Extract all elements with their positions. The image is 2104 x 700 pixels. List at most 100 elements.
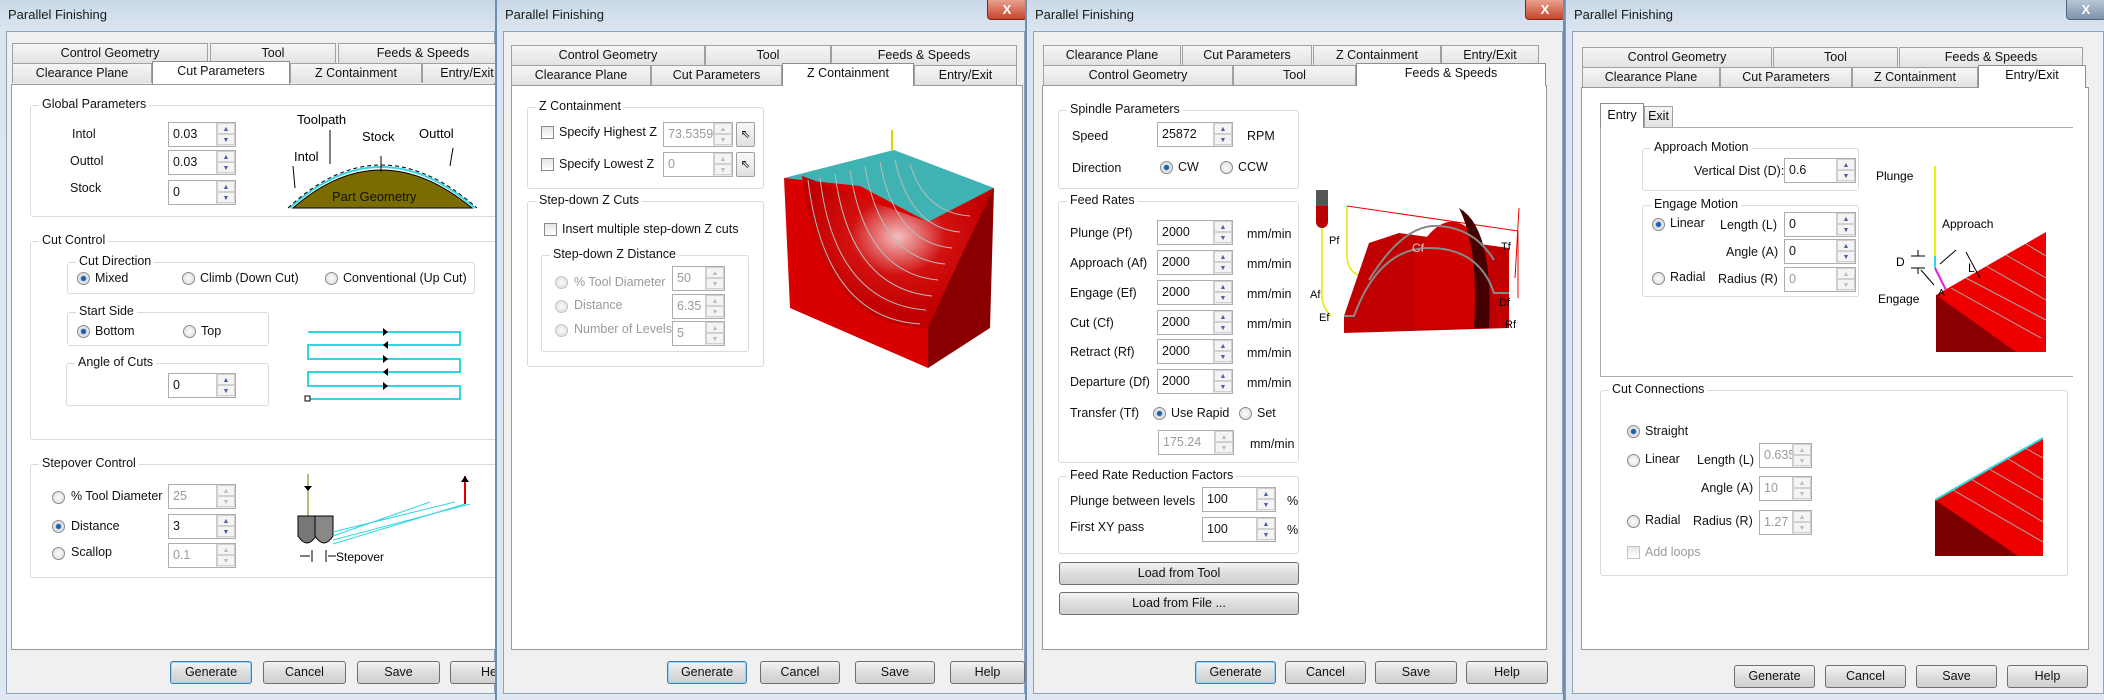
spinner[interactable]: ▲ ▼ bbox=[1213, 340, 1232, 363]
tab-feeds-speeds[interactable]: Feeds & Speeds bbox=[338, 43, 495, 63]
spin-down-icon[interactable]: ▼ bbox=[217, 134, 235, 145]
help-button[interactable]: He bbox=[450, 661, 495, 684]
tool-diameter-input[interactable]: 25 ▲ ▼ bbox=[168, 484, 236, 509]
plunge-between-levels-input[interactable]: 100 ▲ ▼ bbox=[1202, 487, 1276, 512]
save-button[interactable]: Save bbox=[1916, 665, 1997, 688]
engage-linear-radio[interactable] bbox=[1652, 218, 1665, 231]
help-button[interactable]: Help bbox=[2007, 665, 2088, 688]
engage-radial-radio[interactable] bbox=[1652, 272, 1665, 285]
tool-diameter-radio[interactable] bbox=[52, 491, 65, 504]
spinner[interactable]: ▲ ▼ bbox=[216, 181, 235, 204]
tab-tool[interactable]: Tool bbox=[1773, 47, 1898, 67]
sd-levels-radio[interactable] bbox=[555, 324, 568, 337]
spin-up-icon[interactable]: ▲ bbox=[714, 153, 732, 164]
tab-control-geometry[interactable]: Control Geometry bbox=[1043, 65, 1233, 85]
tab-entry-exit[interactable]: Entry/Exit bbox=[914, 65, 1017, 85]
spin-up-icon[interactable]: ▲ bbox=[1793, 477, 1811, 488]
spin-up-icon[interactable]: ▲ bbox=[217, 374, 235, 385]
transfer-feed-input[interactable]: 175.24 ▲ ▼ bbox=[1158, 430, 1234, 455]
spin-up-icon[interactable]: ▲ bbox=[1214, 370, 1232, 381]
spin-down-icon[interactable]: ▼ bbox=[217, 555, 235, 566]
spinner[interactable]: ▲ ▼ bbox=[1213, 370, 1232, 393]
spin-down-icon[interactable]: ▼ bbox=[714, 164, 732, 175]
conventional-radio[interactable] bbox=[325, 272, 338, 285]
spin-down-icon[interactable]: ▼ bbox=[1793, 455, 1811, 466]
spin-up-icon[interactable]: ▲ bbox=[1214, 281, 1232, 292]
distance-input[interactable]: 3 ▲ ▼ bbox=[168, 514, 236, 539]
save-button[interactable]: Save bbox=[855, 661, 935, 684]
intol-input[interactable]: 0.03 ▲ ▼ bbox=[168, 122, 236, 147]
spinner[interactable]: ▲ ▼ bbox=[705, 295, 724, 318]
tab-feeds-speeds[interactable]: Feeds & Speeds bbox=[1356, 63, 1546, 86]
spinner[interactable]: ▲ ▼ bbox=[713, 153, 732, 176]
spin-down-icon[interactable]: ▼ bbox=[1214, 351, 1232, 362]
spin-down-icon[interactable]: ▼ bbox=[217, 496, 235, 507]
spinner[interactable]: ▲ ▼ bbox=[1792, 511, 1811, 534]
spin-up-icon[interactable]: ▲ bbox=[217, 181, 235, 192]
tab-entry-exit[interactable]: Entry/Exit bbox=[1978, 65, 2086, 88]
tab-cut-parameters[interactable]: Cut Parameters bbox=[1182, 45, 1312, 65]
help-button[interactable]: Help bbox=[950, 661, 1025, 684]
tab-feeds-speeds[interactable]: Feeds & Speeds bbox=[1899, 47, 2083, 67]
add-loops-checkbox[interactable] bbox=[1627, 546, 1640, 559]
spinner[interactable]: ▲ ▼ bbox=[705, 267, 724, 290]
spinner[interactable]: ▲ ▼ bbox=[216, 515, 235, 538]
spinner[interactable]: ▲ ▼ bbox=[1792, 444, 1811, 467]
engage-feed-input[interactable]: 2000 ▲ ▼ bbox=[1157, 280, 1233, 305]
spin-up-icon[interactable]: ▲ bbox=[714, 123, 732, 134]
conn-straight-radio[interactable] bbox=[1627, 425, 1640, 438]
spinner[interactable]: ▲ ▼ bbox=[1836, 213, 1855, 236]
plunge-feed-input[interactable]: 2000 ▲ ▼ bbox=[1157, 220, 1233, 245]
spin-down-icon[interactable]: ▼ bbox=[217, 526, 235, 537]
spinner[interactable]: ▲ ▼ bbox=[713, 123, 732, 146]
help-button[interactable]: Help bbox=[1466, 661, 1548, 684]
spinner[interactable]: ▲ ▼ bbox=[1792, 477, 1811, 500]
spin-up-icon[interactable]: ▲ bbox=[1837, 159, 1855, 170]
use-rapid-radio[interactable] bbox=[1153, 407, 1166, 420]
approach-feed-input[interactable]: 2000 ▲ ▼ bbox=[1157, 250, 1233, 275]
tab-clearance-plane[interactable]: Clearance Plane bbox=[1582, 67, 1720, 87]
bottom-radio[interactable] bbox=[77, 325, 90, 338]
load-from-file-button[interactable]: Load from File ... bbox=[1059, 592, 1299, 615]
pick-highest-z-button[interactable]: ⇖ bbox=[736, 122, 755, 147]
spin-up-icon[interactable]: ▲ bbox=[1214, 251, 1232, 262]
spinner[interactable]: ▲ ▼ bbox=[1836, 240, 1855, 263]
spin-up-icon[interactable]: ▲ bbox=[1214, 123, 1232, 134]
spin-up-icon[interactable]: ▲ bbox=[217, 544, 235, 555]
sd-levels-input[interactable]: 5 ▲ ▼ bbox=[672, 321, 725, 346]
scallop-input[interactable]: 0.1 ▲ ▼ bbox=[168, 543, 236, 568]
tab-feeds-speeds[interactable]: Feeds & Speeds bbox=[831, 45, 1017, 65]
mixed-radio[interactable] bbox=[77, 272, 90, 285]
spin-up-icon[interactable]: ▲ bbox=[1837, 268, 1855, 279]
save-button[interactable]: Save bbox=[1375, 661, 1457, 684]
angle-of-cuts-input[interactable]: 0 ▲ ▼ bbox=[168, 373, 236, 398]
spinner[interactable]: ▲ ▼ bbox=[1213, 281, 1232, 304]
spin-down-icon[interactable]: ▼ bbox=[706, 333, 724, 344]
spin-down-icon[interactable]: ▼ bbox=[1793, 488, 1811, 499]
spin-up-icon[interactable]: ▲ bbox=[1215, 431, 1233, 442]
spinner[interactable]: ▲ ▼ bbox=[216, 544, 235, 567]
spin-up-icon[interactable]: ▲ bbox=[1793, 444, 1811, 455]
scallop-radio[interactable] bbox=[52, 547, 65, 560]
close-button[interactable]: X bbox=[1525, 0, 1563, 20]
tab-control-geometry[interactable]: Control Geometry bbox=[1582, 47, 1772, 67]
spin-up-icon[interactable]: ▲ bbox=[1837, 213, 1855, 224]
conn-radius-input[interactable]: 1.27 ▲ ▼ bbox=[1759, 510, 1812, 535]
spinner[interactable]: ▲ ▼ bbox=[216, 151, 235, 174]
tab-tool[interactable]: Tool bbox=[210, 43, 336, 63]
load-from-tool-button[interactable]: Load from Tool bbox=[1059, 562, 1299, 585]
spinner[interactable]: ▲ ▼ bbox=[705, 322, 724, 345]
tab-cut-parameters[interactable]: Cut Parameters bbox=[1720, 67, 1852, 87]
tab-control-geometry[interactable]: Control Geometry bbox=[12, 43, 208, 63]
spin-up-icon[interactable]: ▲ bbox=[1837, 240, 1855, 251]
first-xy-pass-input[interactable]: 100 ▲ ▼ bbox=[1202, 517, 1276, 542]
spin-down-icon[interactable]: ▼ bbox=[1793, 522, 1811, 533]
tab-entry-exit[interactable]: Entry/Exit bbox=[422, 63, 495, 83]
insert-step-down-checkbox[interactable] bbox=[544, 223, 557, 236]
spinner[interactable]: ▲ ▼ bbox=[1214, 431, 1233, 454]
tab-control-geometry[interactable]: Control Geometry bbox=[511, 45, 705, 65]
spin-down-icon[interactable]: ▼ bbox=[706, 306, 724, 317]
pick-lowest-z-button[interactable]: ⇖ bbox=[736, 152, 755, 177]
cancel-button[interactable]: Cancel bbox=[760, 661, 840, 684]
spin-up-icon[interactable]: ▲ bbox=[1214, 221, 1232, 232]
